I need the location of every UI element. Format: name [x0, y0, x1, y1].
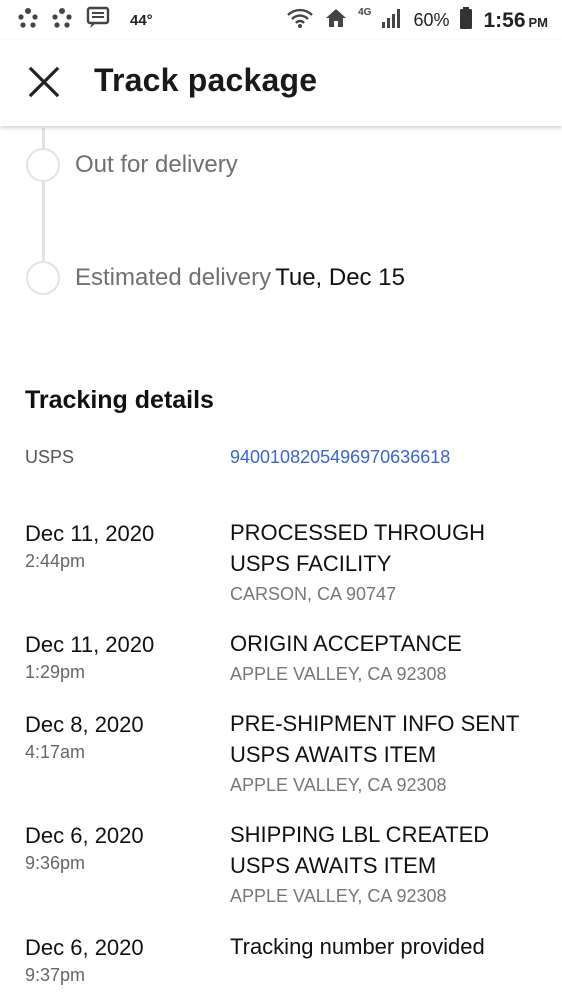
status-bar-right: 4G 60% 1:56 PM: [286, 6, 548, 35]
event-time: 9:37pm: [25, 965, 86, 985]
status-bar: 44° 4G 60% 1:56 PM: [0, 0, 562, 40]
home-icon: [324, 7, 348, 34]
network-type: 4G: [358, 7, 372, 18]
event-date: Dec 11, 2020: [25, 632, 155, 657]
yelp-icon: [18, 7, 38, 34]
timeline-step-label: Estimated delivery: [75, 264, 272, 291]
wifi-icon: [286, 7, 314, 34]
tracking-details-title: Tracking details: [25, 386, 214, 414]
page-title: Track package: [94, 62, 318, 98]
event-time: 4:17am: [25, 742, 86, 762]
event-location: APPLE VALLEY, CA 92308: [230, 886, 447, 906]
carrier-name: USPS: [25, 447, 75, 467]
timeline-dot: [26, 261, 60, 295]
event-time: 2:44pm: [25, 551, 86, 571]
event-description-block: Tracking number provided: [230, 931, 550, 962]
temperature: 44°: [130, 12, 153, 29]
event-description-block: PRE-SHIPMENT INFO SENT USPS AWAITS ITEM …: [230, 708, 550, 798]
battery-percent: 60%: [413, 10, 450, 30]
event-description: SHIPPING LBL CREATED USPS AWAITS ITEM: [230, 822, 502, 878]
event-date: Dec 8, 2020: [25, 712, 144, 737]
close-icon: [28, 66, 60, 98]
event-date: Dec 11, 2020: [25, 521, 155, 546]
event-description: PRE-SHIPMENT INFO SENT USPS AWAITS ITEM: [230, 711, 519, 767]
clock-ampm: PM: [528, 14, 549, 30]
event-date: Dec 6, 2020: [25, 935, 144, 960]
timeline-step-out-for-delivery: Out for delivery: [75, 151, 238, 179]
event-location: APPLE VALLEY, CA 92308: [230, 775, 447, 795]
event-location: CARSON, CA 90747: [230, 584, 397, 604]
event-time: 9:36pm: [25, 853, 86, 873]
message-icon: [86, 6, 112, 35]
timeline-step-label: Out for delivery: [75, 151, 238, 178]
timeline-step-estimated-delivery: Estimated delivery Tue, Dec 15: [75, 264, 405, 292]
event-description: PROCESSED THROUGH USPS FACILITY: [230, 520, 486, 576]
event-description-block: ORIGIN ACCEPTANCE APPLE VALLEY, CA 92308: [230, 628, 550, 687]
event-description-block: SHIPPING LBL CREATED USPS AWAITS ITEM AP…: [230, 819, 550, 909]
tracking-number-link[interactable]: 9400108205496970636618: [230, 447, 450, 468]
event-description-block: PROCESSED THROUGH USPS FACILITY CARSON, …: [230, 517, 550, 607]
battery-icon: [459, 6, 473, 35]
yelp-icon: [52, 7, 72, 34]
status-bar-left: 44°: [18, 6, 153, 35]
event-description: Tracking number provided: [230, 934, 485, 959]
event-location: APPLE VALLEY, CA 92308: [230, 664, 447, 684]
signal-icon: [381, 7, 403, 34]
event-date: Dec 6, 2020: [25, 823, 144, 848]
timeline-dot: [26, 148, 60, 182]
clock: 1:56 PM: [483, 9, 548, 33]
app-bar: Track package: [0, 40, 562, 126]
clock-time: 1:56: [483, 8, 526, 32]
close-button[interactable]: [22, 60, 66, 104]
estimated-delivery-date: Tue, Dec 15: [275, 264, 405, 291]
event-time: 1:29pm: [25, 662, 86, 682]
event-description: ORIGIN ACCEPTANCE: [230, 631, 462, 656]
